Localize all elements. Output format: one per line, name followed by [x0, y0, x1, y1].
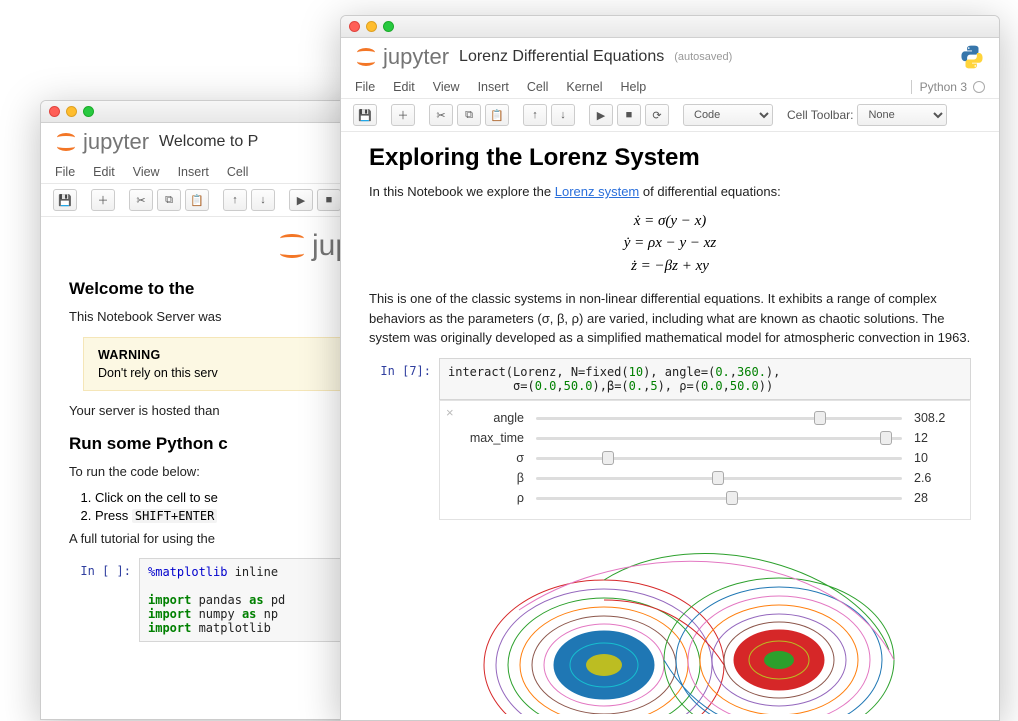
menu-file[interactable]: File	[355, 80, 375, 94]
paste-button[interactable]: 📋	[485, 104, 509, 126]
menu-view[interactable]: View	[433, 80, 460, 94]
minimize-icon[interactable]	[366, 21, 377, 32]
lorenz-link[interactable]: Lorenz system	[555, 184, 640, 199]
menu-file[interactable]: File	[55, 165, 75, 179]
slider-σ[interactable]	[536, 451, 902, 465]
notebook-header: jupyter Lorenz Differential Equations (a…	[341, 38, 999, 76]
slider-row: ρ 28	[454, 491, 956, 505]
add-cell-button[interactable]: ＋	[91, 189, 115, 211]
notebook-title[interactable]: Welcome to P	[159, 133, 258, 151]
shortcut-code: SHIFT+ENTER	[132, 509, 217, 523]
slider-label: σ	[454, 451, 524, 465]
copy-button[interactable]: ⧉	[157, 189, 181, 211]
cell-toolbar-select[interactable]: None	[857, 104, 947, 126]
cell-prompt: In [7]:	[369, 358, 439, 400]
toolbar: 💾 ＋ ✂ ⧉ 📋 ↑ ↓ ▶ ■ ⟳ Code Cell Toolbar: N…	[341, 99, 999, 132]
menu-cell[interactable]: Cell	[227, 165, 249, 179]
slider-ρ[interactable]	[536, 491, 902, 505]
kernel-status-icon	[973, 81, 985, 93]
menu-help[interactable]: Help	[621, 80, 647, 94]
restart-button[interactable]: ⟳	[645, 104, 669, 126]
jupyter-logo[interactable]: jupyter	[355, 44, 449, 70]
cut-button[interactable]: ✂	[129, 189, 153, 211]
menubar: File Edit View Insert Cell Kernel Help P…	[341, 76, 999, 99]
menu-edit[interactable]: Edit	[93, 165, 115, 179]
save-button[interactable]: 💾	[353, 104, 377, 126]
slider-value: 308.2	[914, 411, 956, 425]
eq-line: ż = −βz + xy	[369, 255, 971, 278]
slider-row: max_time 12	[454, 431, 956, 445]
description-text: This is one of the classic systems in no…	[369, 289, 971, 348]
slider-max_time[interactable]	[536, 431, 902, 445]
run-button[interactable]: ▶	[589, 104, 613, 126]
widget-close-icon[interactable]: ×	[446, 405, 454, 420]
eq-line: ẏ = ρx − y − xz	[369, 232, 971, 255]
menu-edit[interactable]: Edit	[393, 80, 415, 94]
notebook-content[interactable]: Exploring the Lorenz System In this Note…	[341, 132, 999, 714]
widget-output: × angle 308.2 max_time 12 σ 10 β 2.6 ρ 28	[439, 400, 971, 520]
move-up-button[interactable]: ↑	[523, 104, 547, 126]
python-icon	[959, 44, 985, 70]
cell-code[interactable]: interact(Lorenz, N=fixed(10), angle=(0.,…	[439, 358, 971, 400]
jupyter-logo[interactable]: jupyter	[55, 129, 149, 155]
slider-β[interactable]	[536, 471, 902, 485]
run-button[interactable]: ▶	[289, 189, 313, 211]
slider-label: angle	[454, 411, 524, 425]
eq-line: ẋ = σ(y − x)	[369, 210, 971, 233]
cut-button[interactable]: ✂	[429, 104, 453, 126]
code-cell[interactable]: In [7]: interact(Lorenz, N=fixed(10), an…	[369, 358, 971, 400]
slider-angle[interactable]	[536, 411, 902, 425]
menu-insert[interactable]: Insert	[178, 165, 209, 179]
logo-text: jupyter	[383, 44, 449, 70]
menu-kernel[interactable]: Kernel	[566, 80, 602, 94]
slider-label: β	[454, 471, 524, 485]
stop-button[interactable]: ■	[617, 104, 641, 126]
jupyter-icon	[55, 131, 77, 153]
move-down-button[interactable]: ↓	[251, 189, 275, 211]
slider-row: β 2.6	[454, 471, 956, 485]
cell-toolbar-label: Cell Toolbar:	[787, 108, 853, 122]
slider-row: σ 10	[454, 451, 956, 465]
slider-value: 10	[914, 451, 956, 465]
kernel-indicator[interactable]: Python 3	[911, 80, 985, 94]
move-up-button[interactable]: ↑	[223, 189, 247, 211]
fg-window: jupyter Lorenz Differential Equations (a…	[340, 15, 1000, 721]
menu-insert[interactable]: Insert	[478, 80, 509, 94]
menu-cell[interactable]: Cell	[527, 80, 549, 94]
maximize-icon[interactable]	[83, 106, 94, 117]
autosaved-label: (autosaved)	[674, 51, 732, 63]
lorenz-plot	[439, 530, 971, 715]
slider-value: 28	[914, 491, 956, 505]
maximize-icon[interactable]	[383, 21, 394, 32]
cell-prompt: In [ ]:	[69, 558, 139, 642]
paste-button[interactable]: 📋	[185, 189, 209, 211]
close-icon[interactable]	[349, 21, 360, 32]
slider-value: 12	[914, 431, 956, 445]
move-down-button[interactable]: ↓	[551, 104, 575, 126]
menu-view[interactable]: View	[133, 165, 160, 179]
add-cell-button[interactable]: ＋	[391, 104, 415, 126]
notebook-title[interactable]: Lorenz Differential Equations	[459, 48, 664, 66]
intro-text: In this Notebook we explore the Lorenz s…	[369, 182, 971, 202]
slider-label: max_time	[454, 431, 524, 445]
stop-button[interactable]: ■	[317, 189, 341, 211]
close-icon[interactable]	[49, 106, 60, 117]
logo-text: jupyter	[83, 129, 149, 155]
jupyter-icon	[278, 232, 306, 260]
minimize-icon[interactable]	[66, 106, 77, 117]
page-title: Exploring the Lorenz System	[369, 144, 971, 172]
save-button[interactable]: 💾	[53, 189, 77, 211]
copy-button[interactable]: ⧉	[457, 104, 481, 126]
titlebar[interactable]	[341, 16, 999, 38]
kernel-name: Python 3	[911, 80, 967, 94]
slider-label: ρ	[454, 491, 524, 505]
slider-value: 2.6	[914, 471, 956, 485]
slider-row: angle 308.2	[454, 411, 956, 425]
jupyter-icon	[355, 46, 377, 68]
equations: ẋ = σ(y − x) ẏ = ρx − y − xz ż = −βz + x…	[369, 210, 971, 278]
cell-type-select[interactable]: Code	[683, 104, 773, 126]
